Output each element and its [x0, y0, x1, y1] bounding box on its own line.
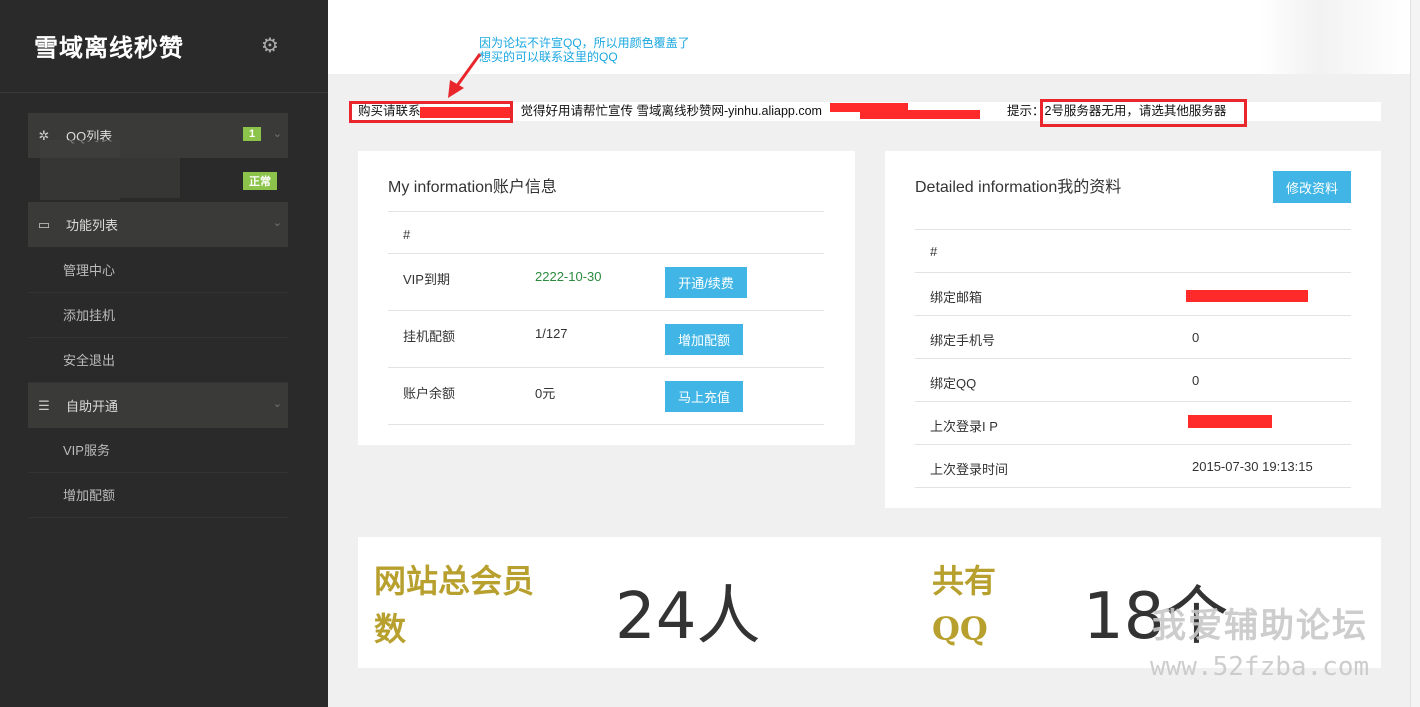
- edit-profile-button[interactable]: 修改资料: [1273, 171, 1351, 203]
- sidebar: 雪域离线秒赞 ⚙ ✲ QQ列表 1 ⌄ 正常 ▭ 功能列表 ⌄ 管理中心 添加挂…: [0, 0, 328, 707]
- redaction-bar: [860, 110, 980, 119]
- row-value-quota: 1/127: [535, 326, 568, 341]
- monitor-icon: ▭: [37, 216, 51, 232]
- brand-title: 雪域离线秒赞: [34, 33, 184, 62]
- table-divider: [915, 401, 1351, 402]
- row-label-quota: 挂机配额: [403, 329, 456, 344]
- scrollbar[interactable]: [1410, 0, 1420, 707]
- sidebar-divider: [0, 92, 328, 93]
- table-divider: [915, 272, 1351, 273]
- table-divider: [388, 310, 824, 311]
- add-quota-button[interactable]: 增加配额: [665, 324, 743, 355]
- notice-tip-label: 提示：: [1006, 104, 1045, 118]
- qq-count-badge: 1: [243, 127, 262, 141]
- annotation-note: 因为论坛不许宣QQ，所以用颜色覆盖了 想买的可以联系这里的QQ: [479, 36, 690, 64]
- row-value-balance: 0元: [535, 386, 556, 401]
- sidebar-group-label: 自助开通: [66, 399, 119, 414]
- user-avatar-blur[interactable]: [1258, 0, 1410, 74]
- database-icon: ☰: [38, 397, 50, 413]
- highlight-box-contact: [349, 101, 513, 123]
- renew-vip-button[interactable]: 开通/续费: [665, 267, 747, 298]
- account-card-title: My information账户信息: [388, 179, 557, 196]
- profile-card-title: Detailed information我的资料: [915, 179, 1122, 196]
- table-header: #: [930, 244, 938, 259]
- highlight-box-tip: [1040, 99, 1247, 127]
- members-label-line-1: 网站总会员: [374, 562, 535, 600]
- table-divider: [388, 211, 824, 212]
- row-label-balance: 账户余额: [403, 386, 456, 401]
- sidebar-item-vip-service[interactable]: VIP服务: [28, 428, 288, 473]
- sidebar-item-add-hosting[interactable]: 添加挂机: [28, 293, 288, 338]
- annotation-line-1: 因为论坛不许宣QQ，所以用颜色覆盖了: [479, 36, 690, 50]
- gear-icon[interactable]: ⚙: [259, 35, 281, 57]
- sidebar-item-add-quota[interactable]: 增加配额: [28, 473, 288, 518]
- qq-status-badge: 正常: [243, 172, 277, 190]
- row-value-phone: 0: [1192, 330, 1200, 345]
- watermark-url: www.52fzba.com: [1150, 652, 1370, 682]
- redaction-bar: [1188, 415, 1272, 428]
- sidebar-item-admin-center[interactable]: 管理中心: [28, 248, 288, 293]
- table-divider: [915, 487, 1351, 488]
- chevron-down-icon: ⌄: [272, 128, 282, 140]
- table-divider: [388, 424, 824, 425]
- sidebar-group-self-service[interactable]: ☰ 自助开通 ⌄: [28, 383, 288, 428]
- qq-avatar-blur: [40, 140, 120, 200]
- qq-total-label: 共有 QQ: [932, 557, 996, 653]
- row-label-vip: VIP到期: [403, 272, 450, 287]
- chevron-down-icon: ⌄: [272, 217, 282, 229]
- table-divider: [915, 315, 1351, 316]
- qq-total-label-line-2: QQ: [932, 610, 988, 648]
- sidebar-group-functions[interactable]: ▭ 功能列表 ⌄: [28, 202, 288, 247]
- row-label-last-login: 上次登录时间: [930, 462, 1009, 477]
- chevron-down-icon: ⌄: [272, 398, 282, 410]
- watermark-title: 我爱辅助论坛: [1152, 607, 1368, 645]
- table-divider: [388, 253, 824, 254]
- members-label: 网站总会员 数: [374, 557, 534, 653]
- sidebar-item-logout[interactable]: 安全退出: [28, 338, 288, 383]
- row-value-vip: 2222-10-30: [535, 269, 602, 284]
- members-label-line-2: 数: [374, 610, 407, 648]
- sidebar-group-label: 功能列表: [66, 218, 119, 233]
- annotation-line-2: 想买的可以联系这里的QQ: [479, 50, 618, 64]
- table-divider: [388, 367, 824, 368]
- qq-name-blur: [120, 158, 180, 198]
- members-count: 24人: [615, 580, 761, 654]
- row-label-last-ip: 上次登录I P: [930, 419, 998, 434]
- table-divider: [915, 444, 1351, 445]
- row-value-last-login: 2015-07-30 19:13:15: [1192, 459, 1313, 474]
- row-label-email: 绑定邮箱: [930, 290, 983, 305]
- row-label-phone: 绑定手机号: [930, 333, 996, 348]
- row-label-qq: 绑定QQ: [930, 376, 977, 391]
- row-value-qq: 0: [1192, 373, 1200, 388]
- recharge-button[interactable]: 马上充值: [665, 381, 743, 412]
- table-divider: [915, 358, 1351, 359]
- table-header: #: [403, 227, 411, 242]
- notice-promo: 觉得好用请帮忙宣传 雪域离线秒赞网-yinhu.aliapp.com: [520, 104, 822, 118]
- qq-total-label-line-1: 共有: [932, 562, 997, 600]
- table-divider: [915, 229, 1351, 230]
- annotation-arrow-icon: [448, 53, 482, 98]
- redaction-bar: [1186, 290, 1308, 302]
